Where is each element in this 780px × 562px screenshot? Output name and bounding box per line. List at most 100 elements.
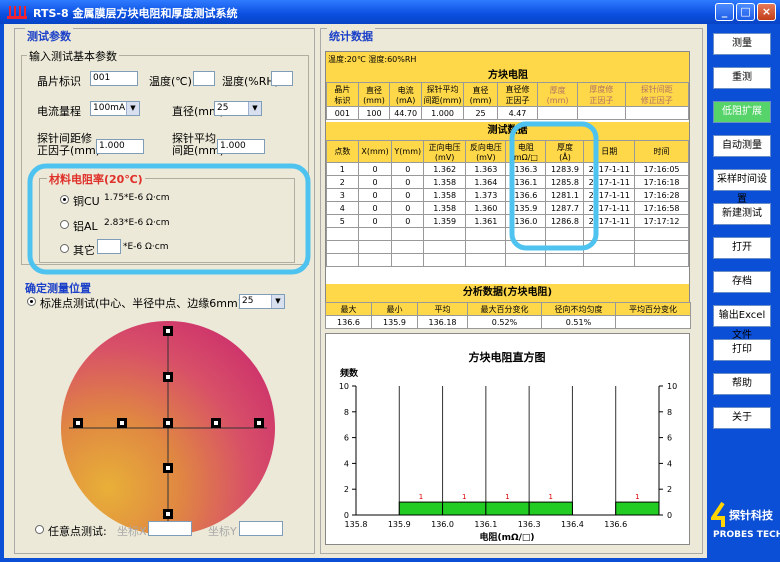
spacing-corr-label: 探针间距修 正因子(mm)	[37, 133, 100, 157]
env-label: 温度:20℃ 湿度:60%RH	[328, 55, 417, 64]
data-cell	[465, 240, 507, 254]
measure-point-center[interactable]	[163, 418, 173, 428]
maximize-button[interactable]: □	[736, 3, 755, 21]
action-button-11[interactable]: 关于	[713, 407, 771, 429]
data-header-cell: 时间	[634, 140, 689, 163]
action-button-8[interactable]: 输出Excel文件	[713, 305, 771, 341]
data-cell: 0	[391, 162, 425, 176]
action-button-3[interactable]: 自动测量	[713, 135, 771, 157]
action-button-10[interactable]: 帮助	[713, 373, 771, 395]
action-button-9[interactable]: 打印	[713, 339, 771, 361]
measure-point-left-edge[interactable]	[73, 418, 83, 428]
sheet-value-cell: 44.70	[389, 106, 422, 120]
temperature-input[interactable]	[193, 71, 215, 86]
basic-params-title: 输入测试基本参数	[27, 48, 119, 64]
measure-point-bottom-mid[interactable]	[163, 463, 173, 473]
wafer-crosshair	[69, 329, 267, 527]
current-range-select[interactable]: 100mA ▼	[90, 101, 140, 116]
data-cell: 1.363	[465, 162, 507, 176]
chart-ytick-label-left: 0	[344, 511, 349, 520]
sheet-header-cell: 探针间距 修正因子	[624, 82, 690, 107]
chevron-down-icon: ▼	[271, 295, 284, 308]
data-cell: 0	[357, 175, 393, 189]
app-icon	[7, 6, 27, 19]
humidity-input[interactable]	[271, 71, 293, 86]
sample-id-input[interactable]: 001	[90, 71, 138, 86]
close-button[interactable]: ×	[757, 3, 776, 21]
data-cell: 4	[326, 201, 359, 215]
sheet-value-cell	[577, 106, 626, 120]
chart-bar-label: 1	[419, 493, 423, 501]
chart-ytick-label-right: 2	[667, 485, 672, 494]
chart-ytick-label-right: 8	[667, 408, 672, 417]
client-area: 测试参数 输入测试基本参数 晶片标识 001 温度(℃) 湿度(%RH) 电流量…	[4, 24, 780, 558]
spacing-corr-input[interactable]: 1.000	[96, 139, 144, 154]
sheet-value-cell: 1.000	[420, 106, 465, 120]
analysis-value-cell: 0.51%	[541, 315, 616, 329]
sheet-value-cell	[624, 106, 690, 120]
chart-ytick-label-right: 6	[667, 434, 672, 443]
analysis-header-cell: 最大	[325, 302, 372, 316]
chart-bar	[442, 501, 487, 516]
data-header-cell: 反向电压 (mV)	[465, 140, 507, 163]
data-rows: 1 0 0 1.362 1.363 136.3 1283.9 2017-1-11 17:16:0…	[326, 162, 689, 267]
action-button-4[interactable]: 采样时间设置	[713, 169, 771, 205]
logo-cn: 探针科技	[729, 509, 773, 522]
data-cell: 0	[357, 201, 393, 215]
chart-xtick-label: 136.1	[474, 520, 497, 529]
sheet-header-cell: 直径修 正因子	[496, 82, 539, 107]
standard-point-label: 标准点测试(中心、半径中点、边缘6mm)	[40, 297, 243, 310]
spacing-avg-input[interactable]: 1.000	[217, 139, 265, 154]
chart-xtick-label: 136.6	[604, 520, 627, 529]
action-button-7[interactable]: 存档	[713, 271, 771, 293]
chart-xtick-label: 136.0	[431, 520, 454, 529]
sheet-header-cell: 厚度修 正因子	[577, 82, 626, 107]
data-cell	[423, 227, 467, 241]
measure-point-left-mid[interactable]	[117, 418, 127, 428]
data-header-cell: 正向电压 (mV)	[423, 140, 467, 163]
chart-xtick-label: 135.8	[345, 520, 368, 529]
analysis-header-row: 最大 最小 平均 最大百分变化 径向不均匀度 平均百分变化	[325, 302, 691, 316]
measure-point-bottom-edge[interactable]	[163, 509, 173, 519]
measure-point-top-mid[interactable]	[163, 372, 173, 382]
action-button-2[interactable]: 低阻扩展	[713, 101, 771, 123]
action-bar: 测量重测低阻扩展自动测量采样时间设置 新建测试打开存档输出Excel文件 打印帮助关…	[707, 24, 780, 558]
measure-point-right-mid[interactable]	[211, 418, 221, 428]
chart-bar-label: 1	[505, 493, 509, 501]
coord-y-input[interactable]	[239, 521, 283, 536]
sheet-value-row: 001 100 44.70 1.000 25 4.47	[326, 106, 690, 120]
data-cell	[583, 253, 636, 267]
sheet-header-cell: 直径 (mm)	[463, 82, 498, 107]
action-button-6[interactable]: 打开	[713, 237, 771, 259]
data-cell	[357, 240, 393, 254]
chart-ytick-label-left: 4	[344, 459, 349, 468]
action-button-1[interactable]: 重测	[713, 67, 771, 89]
sheet-value-cell: 25	[463, 106, 498, 120]
chart-xtick-label: 135.9	[388, 520, 411, 529]
sheet-value-cell: 4.47	[496, 106, 539, 120]
sheet-header-cell: 探针平均 间距(mm)	[420, 82, 465, 107]
standard-point-radio[interactable]	[27, 297, 36, 306]
free-point-radio[interactable]	[35, 525, 44, 534]
sheet-header-cell: 晶片 标识	[326, 82, 359, 107]
data-cell: 1	[326, 162, 359, 176]
highlight-outline-resistivity	[27, 163, 311, 275]
action-button-5[interactable]: 新建测试	[713, 203, 771, 225]
chart-ytick-label-right: 4	[667, 459, 672, 468]
action-button-0[interactable]: 测量	[713, 33, 771, 55]
measure-point-right-edge[interactable]	[254, 418, 264, 428]
data-cell: 1.358	[423, 201, 467, 215]
title-bar: RTS-8 金属膜层方块电阻和厚度测试系统 _ □ ×	[0, 0, 780, 24]
sheet-header-row: 晶片 标识 直径 (mm) 电流 (mA) 探针平均 间距(mm) 直径 (mm…	[326, 82, 690, 107]
sheet-value-cell	[537, 106, 579, 120]
diameter-select[interactable]: 25 ▼	[214, 101, 262, 116]
coord-x-input[interactable]	[148, 521, 192, 536]
data-cell: 0	[357, 162, 393, 176]
standard-point-select[interactable]: 25 ▼	[239, 294, 285, 309]
data-cell: 5	[326, 214, 359, 228]
data-cell	[391, 253, 425, 267]
analysis-value-cell	[615, 315, 691, 329]
histogram-chart: 方块电阻直方图频数电阻(mΩ/□) 0 0 2 2 4 4 6 6 8 8 10 10 135.8 135.…	[339, 350, 677, 543]
measure-point-top-edge[interactable]	[163, 326, 173, 336]
minimize-button[interactable]: _	[715, 3, 734, 21]
